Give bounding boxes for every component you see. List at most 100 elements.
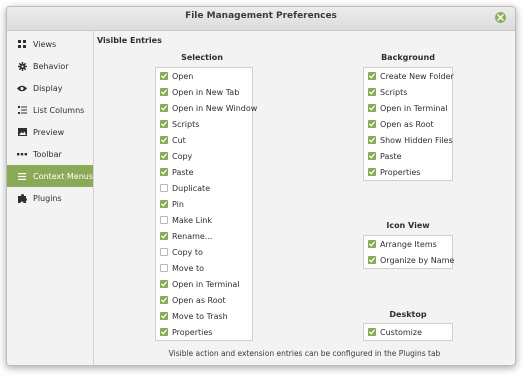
window-title: File Management Preferences bbox=[185, 11, 337, 21]
preferences-window: File Management Preferences Views Behavi… bbox=[6, 6, 516, 366]
selection-entry-copy[interactable]: Copy bbox=[156, 148, 192, 164]
selection-entry-properties[interactable]: Properties bbox=[156, 324, 212, 340]
selection-entry-pin[interactable]: Pin bbox=[156, 196, 184, 212]
checkmark-icon bbox=[369, 121, 375, 127]
checkbox-checked[interactable] bbox=[160, 120, 168, 128]
background-entry-open-in-terminal[interactable]: Open in Terminal bbox=[364, 100, 448, 116]
background-entry-paste[interactable]: Paste bbox=[364, 148, 402, 164]
checkbox-checked[interactable] bbox=[368, 136, 376, 144]
entry-label: Paste bbox=[380, 151, 402, 161]
checkbox-checked[interactable] bbox=[160, 136, 168, 144]
selection-entry-scripts[interactable]: Scripts bbox=[156, 116, 199, 132]
entry-label: Scripts bbox=[380, 87, 408, 97]
checkbox-checked[interactable] bbox=[160, 312, 168, 320]
visible-entries-heading: Visible Entries bbox=[97, 36, 162, 45]
entry-label: Make Link bbox=[172, 215, 212, 225]
checkbox-checked[interactable] bbox=[160, 168, 168, 176]
sidebar-item-list-columns[interactable]: List Columns bbox=[7, 99, 93, 121]
checkmark-icon bbox=[369, 241, 375, 247]
title-bar[interactable]: File Management Preferences bbox=[7, 7, 515, 31]
icon-view-entry-organize-by-name[interactable]: Organize by Name bbox=[364, 252, 454, 268]
sidebar-item-context-menus[interactable]: Context Menus bbox=[7, 165, 93, 187]
checkmark-icon bbox=[161, 73, 167, 79]
checkbox-checked[interactable] bbox=[368, 88, 376, 96]
entry-label: Open in New Tab bbox=[172, 87, 240, 97]
entry-label: Rename... bbox=[172, 231, 213, 241]
icon-view-entry-arrange-items[interactable]: Arrange Items bbox=[364, 236, 437, 252]
checkbox-checked[interactable] bbox=[160, 200, 168, 208]
selection-entry-open-in-new-tab[interactable]: Open in New Tab bbox=[156, 84, 239, 100]
entry-label: Customize bbox=[380, 327, 422, 337]
icon-view-group-title: Icon View bbox=[386, 221, 430, 230]
sidebar-item-label: List Columns bbox=[33, 105, 85, 115]
entry-label: Pin bbox=[172, 199, 184, 209]
checkbox-checked[interactable] bbox=[160, 232, 168, 240]
sidebar-item-label: Context Menus bbox=[33, 171, 94, 181]
sidebar-item-views[interactable]: Views bbox=[7, 33, 93, 55]
selection-entry-move-to-trash[interactable]: Move to Trash bbox=[156, 308, 228, 324]
sidebar-item-label: Views bbox=[33, 39, 57, 49]
checkbox-checked[interactable] bbox=[160, 328, 168, 336]
icon-view-list: Arrange Items Organize by Name bbox=[363, 235, 454, 269]
checkbox-checked[interactable] bbox=[368, 240, 376, 248]
checkbox-checked[interactable] bbox=[368, 120, 376, 128]
checkbox-checked[interactable] bbox=[368, 104, 376, 112]
checkbox-unchecked[interactable] bbox=[160, 248, 168, 256]
selection-entry-copy-to[interactable]: Copy to bbox=[156, 244, 203, 260]
selection-entry-open-in-terminal[interactable]: Open in Terminal bbox=[156, 276, 240, 292]
background-entry-properties[interactable]: Properties bbox=[364, 164, 420, 180]
checkmark-icon bbox=[161, 121, 167, 127]
checkbox-checked[interactable] bbox=[368, 328, 376, 336]
sidebar-item-display[interactable]: Display bbox=[7, 77, 93, 99]
selection-entry-move-to[interactable]: Move to bbox=[156, 260, 204, 276]
checkbox-checked[interactable] bbox=[368, 72, 376, 80]
selection-entry-rename[interactable]: Rename... bbox=[156, 228, 212, 244]
sidebar-item-plugins[interactable]: Plugins bbox=[7, 187, 93, 209]
checkbox-unchecked[interactable] bbox=[160, 184, 168, 192]
checkbox-unchecked[interactable] bbox=[160, 264, 168, 272]
checkbox-checked[interactable] bbox=[160, 280, 168, 288]
sidebar-item-preview[interactable]: Preview bbox=[7, 121, 93, 143]
background-entry-open-as-root[interactable]: Open as Root bbox=[364, 116, 434, 132]
background-entry-scripts[interactable]: Scripts bbox=[364, 84, 407, 100]
entry-label: Paste bbox=[172, 167, 194, 177]
checkbox-checked[interactable] bbox=[368, 152, 376, 160]
checkmark-icon bbox=[369, 329, 375, 335]
selection-entry-paste[interactable]: Paste bbox=[156, 164, 194, 180]
selection-entry-make-link[interactable]: Make Link bbox=[156, 212, 212, 228]
checkbox-checked[interactable] bbox=[368, 256, 376, 264]
entry-label: Move to Trash bbox=[172, 311, 228, 321]
eye-icon bbox=[17, 83, 27, 93]
checkbox-checked[interactable] bbox=[160, 104, 168, 112]
background-entry-show-hidden-files[interactable]: Show Hidden Files bbox=[364, 132, 453, 148]
entry-label: Copy to bbox=[172, 247, 203, 257]
entry-label: Open bbox=[172, 71, 194, 81]
checkbox-checked[interactable] bbox=[160, 152, 168, 160]
menu-icon bbox=[17, 171, 27, 181]
desktop-list: Customize bbox=[363, 323, 453, 341]
context-menus-page: Visible Entries Selection Open Open in Ne… bbox=[94, 31, 515, 365]
checkbox-checked[interactable] bbox=[160, 296, 168, 304]
checkbox-checked[interactable] bbox=[368, 168, 376, 176]
selection-entry-open[interactable]: Open bbox=[156, 68, 193, 84]
checkmark-icon bbox=[369, 137, 375, 143]
checkmark-icon bbox=[369, 89, 375, 95]
selection-entry-duplicate[interactable]: Duplicate bbox=[156, 180, 210, 196]
entry-label: Open as Root bbox=[380, 119, 434, 129]
close-button[interactable] bbox=[495, 12, 506, 23]
sidebar-item-toolbar[interactable]: Toolbar bbox=[7, 143, 93, 165]
selection-entry-open-as-root[interactable]: Open as Root bbox=[156, 292, 226, 308]
selection-group-title: Selection bbox=[181, 53, 223, 62]
checkbox-unchecked[interactable] bbox=[160, 216, 168, 224]
checkbox-checked[interactable] bbox=[160, 72, 168, 80]
checkbox-checked[interactable] bbox=[160, 88, 168, 96]
selection-entry-open-in-new-window[interactable]: Open in New Window bbox=[156, 100, 257, 116]
sidebar-item-behavior[interactable]: Behavior bbox=[7, 55, 93, 77]
sidebar-item-label: Preview bbox=[33, 127, 65, 137]
desktop-entry-customize[interactable]: Customize bbox=[364, 324, 422, 340]
entry-label: Move to bbox=[172, 263, 205, 273]
selection-entry-cut[interactable]: Cut bbox=[156, 132, 186, 148]
plugins-hint-text: Visible action and extension entries can… bbox=[168, 349, 441, 358]
checkmark-icon bbox=[161, 89, 167, 95]
background-entry-create-new-folder[interactable]: Create New Folder bbox=[364, 68, 454, 84]
